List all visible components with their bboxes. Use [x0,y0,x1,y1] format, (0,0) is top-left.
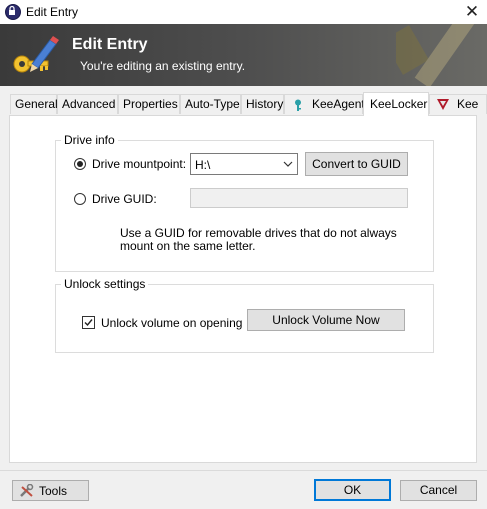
ok-button[interactable]: OK [314,479,391,501]
tab-advanced[interactable]: Advanced [57,94,118,114]
unlock-on-open-checkbox[interactable] [82,316,95,329]
tab-label: KeeLocker [370,97,428,111]
header-banner: Edit Entry You're editing an existing en… [0,24,487,86]
tools-icon [20,484,34,497]
convert-to-guid-button[interactable]: Convert to GUID [305,152,408,176]
keelocker-panel: Drive info Drive mountpoint: H:\ Convert… [9,115,477,463]
tools-label: Tools [39,484,68,498]
drive-mountpoint-select[interactable]: H:\ [190,153,298,175]
edit-entry-logo-icon [13,36,59,73]
tab-properties[interactable]: Properties [118,94,180,114]
drive-guid-radio[interactable] [74,193,86,205]
guid-help-text: Use a GUID for removable drives that do … [120,227,397,253]
tab-keeagent[interactable]: KeeAgent [284,94,365,114]
tab-history[interactable]: History [241,94,284,114]
tab-label: KeeAgent [312,97,365,111]
cancel-button[interactable]: Cancel [400,480,477,501]
tab-label: Kee [457,97,479,111]
tab-general[interactable]: General [10,94,58,114]
kee-shield-icon [437,99,449,110]
banner-subtitle: You're editing an existing entry. [80,59,246,73]
window-title: Edit Entry [26,5,79,19]
unlock-on-open-label: Unlock volume on opening [101,316,243,330]
tab-label: General [15,97,58,111]
footer-divider [0,470,487,471]
checkmark-icon [84,319,93,327]
close-icon[interactable]: ✕ [461,1,483,23]
tab-label: Auto-Type [185,97,240,111]
chevron-down-icon [283,161,293,167]
banner-watermark-icon [396,24,476,86]
drive-info-legend: Drive info [61,133,118,147]
tab-auto-type[interactable]: Auto-Type [180,94,241,114]
tab-label: History [246,97,284,111]
drive-mountpoint-radio[interactable] [74,158,86,170]
banner-title: Edit Entry [72,36,148,53]
drive-mountpoint-label: Drive mountpoint: [92,157,187,171]
title-bar: Edit Entry ✕ [0,0,487,24]
drive-guid-label: Drive GUID: [92,192,157,206]
tab-strip: General Advanced Properties Auto-Type Hi… [0,92,487,116]
keepass-lock-icon [5,4,21,20]
unlock-volume-now-button[interactable]: Unlock Volume Now [247,309,405,331]
tab-label: Properties [123,97,178,111]
tab-label: Advanced [62,97,116,111]
tab-keelocker[interactable]: KeeLocker [363,92,429,116]
drive-guid-field[interactable] [190,188,408,208]
tab-kee[interactable]: Kee [429,94,487,114]
key-icon [295,99,301,111]
tools-button[interactable]: Tools [12,480,89,501]
unlock-settings-legend: Unlock settings [61,277,149,291]
drive-mountpoint-value: H:\ [195,158,211,172]
guid-help-line: mount on the same letter. [120,239,256,253]
